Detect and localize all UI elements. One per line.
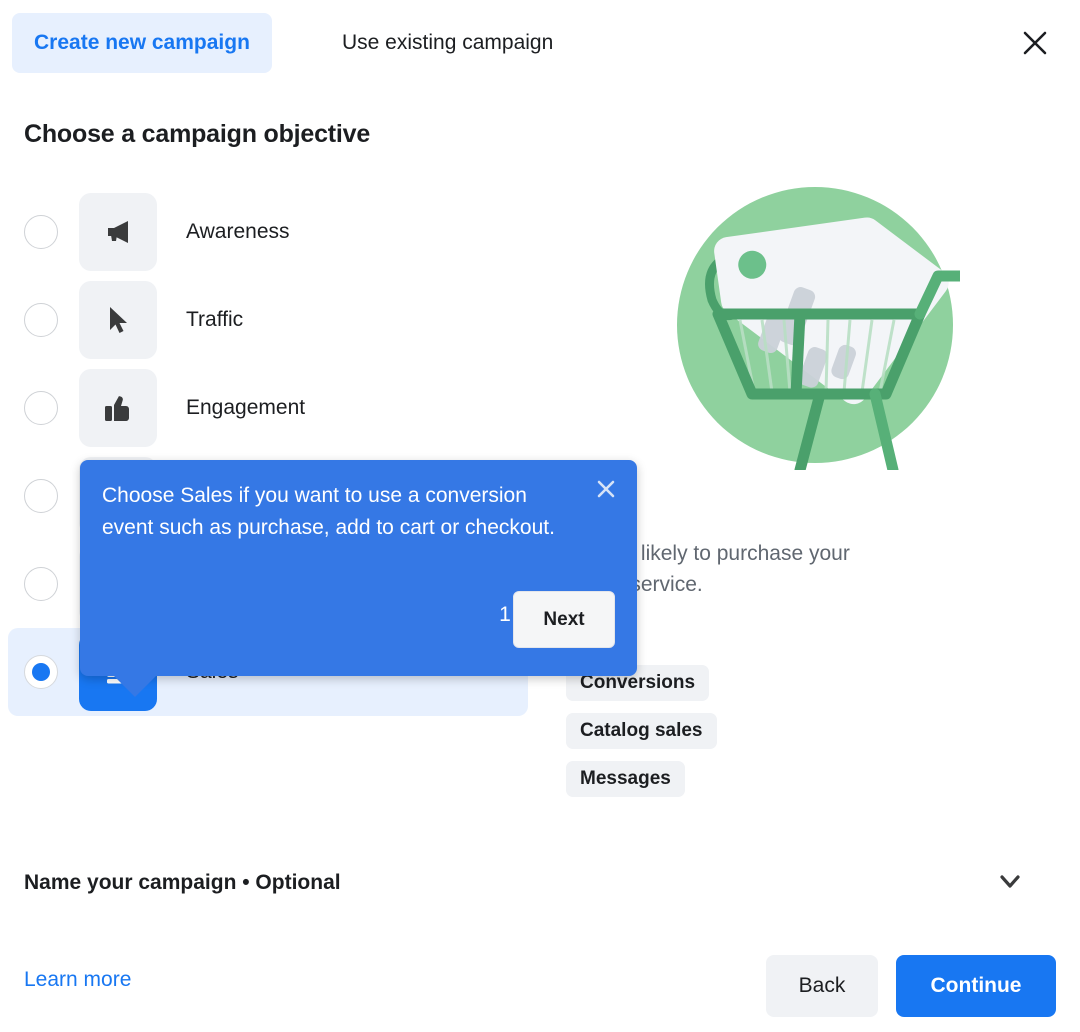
tooltip-next-button[interactable]: Next <box>513 591 615 648</box>
tooltip-text: Choose Sales if you want to use a conver… <box>102 484 555 539</box>
shopping-cart-price-tag-illustration <box>670 180 966 476</box>
objective-row-engagement[interactable]: Engagement <box>8 364 528 452</box>
tooltip-close-icon[interactable] <box>593 476 619 502</box>
learn-more-link[interactable]: Learn more <box>24 968 131 992</box>
name-your-campaign-label: Name your campaign • Optional <box>24 871 341 894</box>
page-title: Choose a campaign objective <box>24 120 371 148</box>
radio-objective-4[interactable] <box>24 479 58 513</box>
close-icon[interactable] <box>1012 20 1058 66</box>
radio-traffic[interactable] <box>24 303 58 337</box>
radio-awareness[interactable] <box>24 215 58 249</box>
radio-engagement[interactable] <box>24 391 58 425</box>
megaphone-icon <box>79 193 157 271</box>
tooltip-arrow <box>113 675 157 697</box>
back-button[interactable]: Back <box>766 955 878 1017</box>
radio-dot <box>32 663 50 681</box>
info-description-rest: likely to purchase your <box>635 542 850 565</box>
objective-label: Traffic <box>186 308 244 331</box>
chip-messages: Messages <box>566 761 685 797</box>
thumbs-up-icon <box>79 369 157 447</box>
chip-catalog-sales: Catalog sales <box>566 713 717 749</box>
good-for-chips: Conversions Catalog sales Messages <box>566 665 717 809</box>
tooltip-step-counter: 1 / 3 <box>499 603 540 626</box>
radio-objective-5[interactable] <box>24 567 58 601</box>
chevron-down-icon[interactable] <box>996 867 1024 900</box>
objective-row-traffic[interactable]: Traffic <box>8 276 528 364</box>
cursor-arrow-icon <box>79 281 157 359</box>
tab-use-existing-campaign[interactable]: Use existing campaign <box>320 13 575 73</box>
objective-label: Awareness <box>186 220 290 243</box>
continue-button[interactable]: Continue <box>896 955 1056 1017</box>
objective-label: Engagement <box>186 396 306 419</box>
objective-row-awareness[interactable]: Awareness <box>8 188 528 276</box>
campaign-objective-dialog: Create new campaign Use existing campaig… <box>0 0 1080 1032</box>
tab-create-new-campaign[interactable]: Create new campaign <box>12 13 272 73</box>
campaign-source-tabs: Create new campaign Use existing campaig… <box>0 0 1080 88</box>
radio-sales[interactable] <box>24 655 58 689</box>
name-your-campaign-section[interactable]: Name your campaign • Optional <box>24 855 1024 911</box>
coachmark-tooltip: Choose Sales if you want to use a conver… <box>80 460 637 697</box>
